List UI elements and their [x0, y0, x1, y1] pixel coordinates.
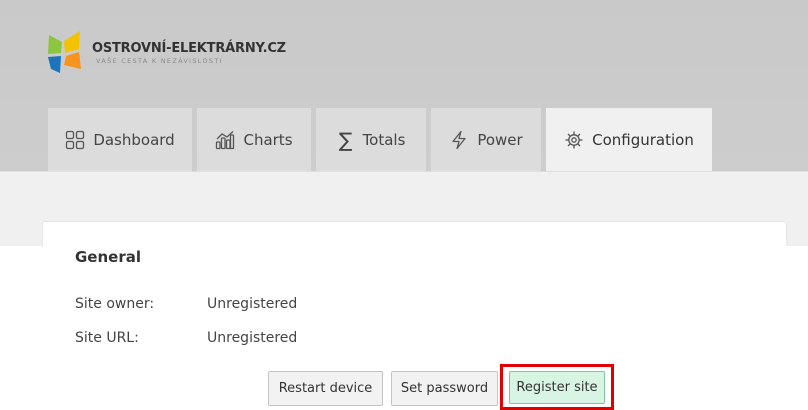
tab-label: Totals — [362, 130, 406, 149]
logo-text: OSTROVNÍ-ELEKTRÁRNY.CZ VAŠE CESTA K NEZÁ… — [92, 41, 286, 66]
register-site-button[interactable]: Register site — [509, 371, 605, 404]
site-url-value: Unregistered — [207, 330, 298, 346]
site-owner-value: Unregistered — [207, 296, 298, 312]
tab-label: Dashboard — [93, 130, 175, 149]
section-title-general: General — [75, 248, 141, 266]
logo-mark-icon — [48, 31, 81, 73]
highlight-box: Register site — [500, 364, 614, 410]
gear-icon — [565, 131, 583, 148]
bar-chart-icon — [216, 130, 235, 149]
tab-label: Configuration — [592, 130, 694, 149]
brand-tagline: VAŠE CESTA K NEZÁVISLOSTI — [96, 56, 223, 65]
logo[interactable]: OSTROVNÍ-ELEKTRÁRNY.CZ VAŠE CESTA K NEZÁ… — [45, 29, 286, 77]
nav-tabs: Dashboard Charts ∑ Totals Power Configur… — [48, 108, 712, 171]
lightning-icon — [452, 130, 466, 149]
tab-power[interactable]: Power — [431, 108, 541, 171]
tab-label: Charts — [243, 130, 293, 149]
tab-dashboard[interactable]: Dashboard — [48, 108, 192, 171]
tab-configuration[interactable]: Configuration — [546, 108, 712, 171]
site-url-label: Site URL: — [75, 330, 139, 346]
app-frame: OSTROVNÍ-ELEKTRÁRNY.CZ VAŠE CESTA K NEZÁ… — [0, 0, 808, 410]
header: OSTROVNÍ-ELEKTRÁRNY.CZ VAŠE CESTA K NEZÁ… — [0, 0, 808, 246]
config-card — [42, 221, 787, 246]
set-password-button[interactable]: Set password — [391, 371, 498, 406]
tab-totals[interactable]: ∑ Totals — [316, 108, 426, 171]
sigma-icon: ∑ — [338, 127, 353, 152]
brand-name: OSTROVNÍ-ELEKTRÁRNY.CZ — [92, 40, 286, 56]
tab-label: Power — [477, 130, 523, 149]
restart-device-button[interactable]: Restart device — [268, 371, 383, 406]
site-owner-label: Site owner: — [75, 296, 155, 312]
tab-charts[interactable]: Charts — [197, 108, 311, 171]
grid-icon — [66, 130, 85, 149]
